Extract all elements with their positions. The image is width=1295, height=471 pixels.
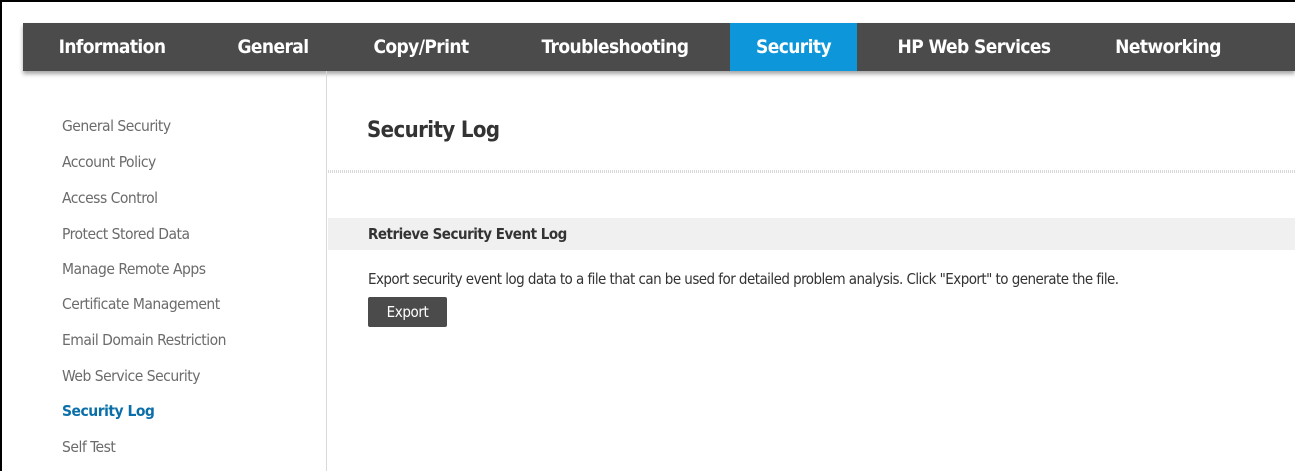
sidebar-item-account-policy[interactable]: Account Policy <box>62 152 156 172</box>
sidebar-item-self-test[interactable]: Self Test <box>62 437 116 457</box>
tab-networking[interactable]: Networking <box>1094 23 1242 71</box>
divider <box>328 170 1295 173</box>
section-header-label: Retrieve Security Event Log <box>368 225 567 243</box>
tab-copy-print[interactable]: Copy/Print <box>356 23 486 71</box>
sidebar-item-email-domain-restriction[interactable]: Email Domain Restriction <box>62 330 226 350</box>
sidebar-item-access-control[interactable]: Access Control <box>62 188 158 208</box>
page-title: Security Log <box>367 118 500 143</box>
sidebar: General Security Account Policy Access C… <box>23 71 327 471</box>
top-nav-bar: Information General Copy/Print Troublesh… <box>23 23 1295 71</box>
sidebar-item-protect-stored-data[interactable]: Protect Stored Data <box>62 224 190 244</box>
section-header: Retrieve Security Event Log <box>328 218 1295 250</box>
tab-hp-web-services[interactable]: HP Web Services <box>878 23 1070 71</box>
sidebar-item-manage-remote-apps[interactable]: Manage Remote Apps <box>62 259 206 279</box>
tab-information[interactable]: Information <box>39 23 185 71</box>
description-text: Export security event log data to a file… <box>368 270 1119 288</box>
sidebar-item-certificate-management[interactable]: Certificate Management <box>62 294 220 314</box>
sidebar-item-web-service-security[interactable]: Web Service Security <box>62 366 200 386</box>
tab-general[interactable]: General <box>225 23 321 71</box>
sidebar-item-general-security[interactable]: General Security <box>62 116 171 136</box>
export-button[interactable]: Export <box>368 297 447 327</box>
sidebar-item-security-log[interactable]: Security Log <box>62 401 155 421</box>
tab-security[interactable]: Security <box>730 23 857 71</box>
tab-troubleshooting[interactable]: Troubleshooting <box>520 23 710 71</box>
